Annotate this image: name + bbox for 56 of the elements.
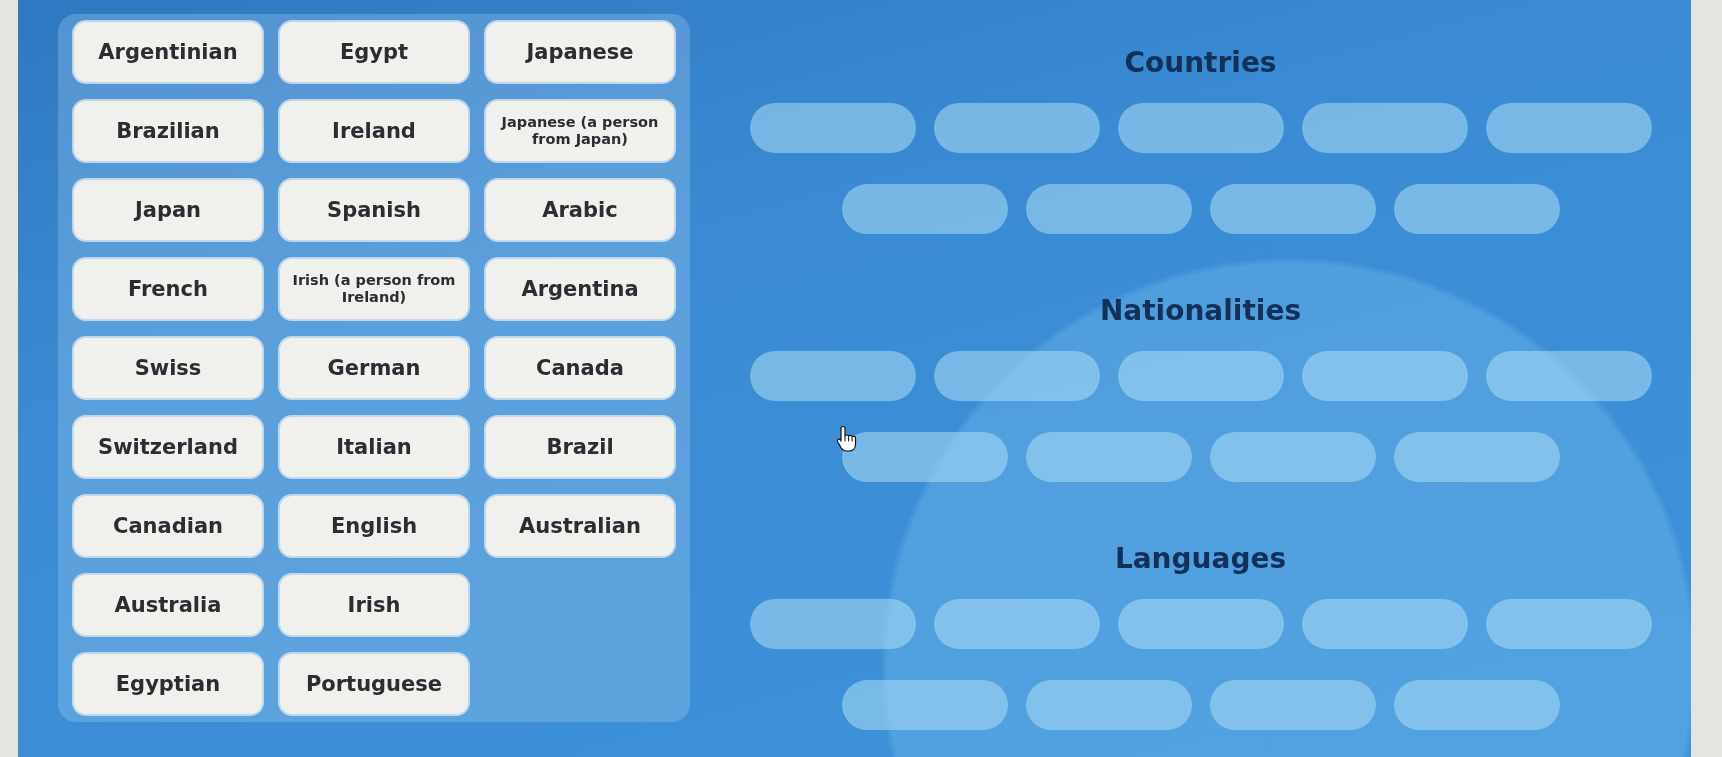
drop-slot[interactable]: [1117, 351, 1284, 401]
drop-slot[interactable]: [1117, 103, 1284, 153]
word-tile[interactable]: Japanese: [486, 22, 674, 82]
word-tile[interactable]: Spanish: [280, 180, 468, 240]
word-tile[interactable]: Arabic: [486, 180, 674, 240]
word-tile[interactable]: Brazilian: [74, 101, 262, 161]
drop-slot[interactable]: [1301, 599, 1468, 649]
hand-cursor-icon: [836, 425, 858, 452]
drop-slot[interactable]: [1393, 432, 1560, 482]
drop-slot[interactable]: [1209, 184, 1376, 234]
word-tile[interactable]: Switzerland: [74, 417, 262, 477]
word-tile[interactable]: Portuguese: [280, 654, 468, 714]
word-tile[interactable]: Ireland: [280, 101, 468, 161]
drop-slot[interactable]: [841, 432, 1008, 482]
drop-slot[interactable]: [1393, 184, 1560, 234]
word-tile[interactable]: Italian: [280, 417, 468, 477]
drop-slot[interactable]: [933, 351, 1100, 401]
word-tile[interactable]: Egypt: [280, 22, 468, 82]
word-tile[interactable]: Japanese (a person from Japan): [486, 101, 674, 161]
drop-slot[interactable]: [1209, 432, 1376, 482]
word-tile[interactable]: Canada: [486, 338, 674, 398]
word-tile[interactable]: Irish (a person from Ireland): [280, 259, 468, 319]
drop-slot[interactable]: [933, 103, 1100, 153]
word-tile[interactable]: Argentina: [486, 259, 674, 319]
drop-slot[interactable]: [1393, 680, 1560, 730]
drop-slot[interactable]: [1025, 432, 1192, 482]
drop-slot[interactable]: [841, 680, 1008, 730]
word-tile[interactable]: Canadian: [74, 496, 262, 556]
drop-slot[interactable]: [1117, 599, 1284, 649]
word-tile[interactable]: Australian: [486, 496, 674, 556]
category-heading: Nationalities: [1099, 293, 1302, 329]
word-tile[interactable]: Argentinian: [74, 22, 262, 82]
drop-slot[interactable]: [749, 599, 916, 649]
drop-slot[interactable]: [1301, 103, 1468, 153]
drop-slot[interactable]: [749, 351, 916, 401]
drop-slot[interactable]: [1485, 103, 1652, 153]
category-heading: Countries: [1124, 45, 1277, 81]
word-tile[interactable]: French: [74, 259, 262, 319]
drop-slot[interactable]: [1485, 599, 1652, 649]
word-tile[interactable]: Brazil: [486, 417, 674, 477]
drop-slot[interactable]: [749, 103, 916, 153]
drop-slot[interactable]: [1301, 351, 1468, 401]
word-tile[interactable]: Australia: [74, 575, 262, 635]
category-heading: Languages: [1114, 541, 1287, 577]
word-tile[interactable]: English: [280, 496, 468, 556]
drop-slot[interactable]: [1485, 351, 1652, 401]
drop-slot[interactable]: [1025, 680, 1192, 730]
word-tile[interactable]: German: [280, 338, 468, 398]
word-tile[interactable]: Japan: [74, 180, 262, 240]
drop-slot[interactable]: [841, 184, 1008, 234]
word-tile[interactable]: Swiss: [74, 338, 262, 398]
word-tile[interactable]: Egyptian: [74, 654, 262, 714]
drop-slot[interactable]: [933, 599, 1100, 649]
drop-slot[interactable]: [1025, 184, 1192, 234]
drop-slot[interactable]: [1209, 680, 1376, 730]
word-tile[interactable]: Irish: [280, 575, 468, 635]
